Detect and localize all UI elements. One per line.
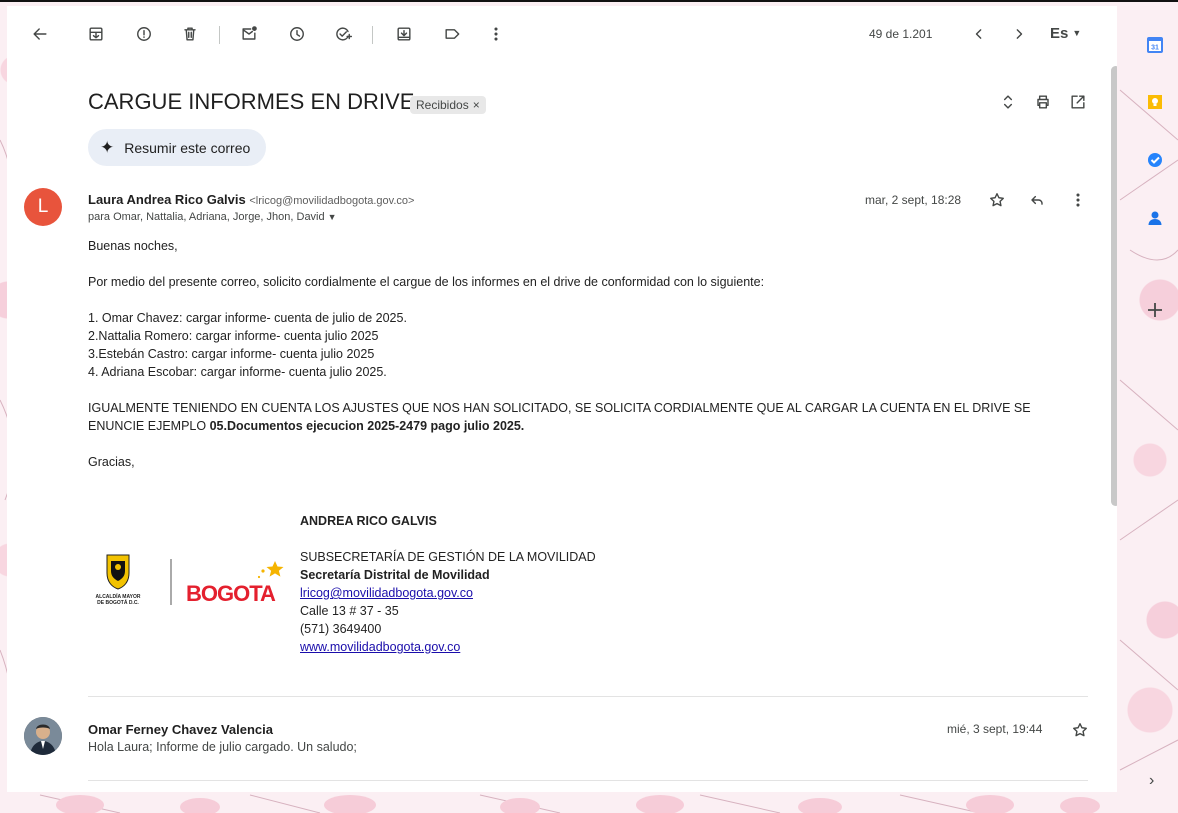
recipients-text: para Omar, Nattalia, Adriana, Jorge, Jho… [88,211,325,223]
signature-website-link[interactable]: www.movilidadbogota.gov.co [300,640,460,654]
sender-line: Laura Andrea Rico Galvis <lricog@movilid… [88,192,414,207]
move-to-icon[interactable] [392,22,416,46]
message-divider [88,780,1088,781]
label-text: Recibidos [416,98,469,112]
toolbar-separator [219,26,220,44]
email-view: 49 de 1.201 Es ▼ CARGUE INFORMES EN DRIVE… [7,6,1117,792]
notice-paragraph: IGUALMENTE TENIENDO EN CUENTA LOS AJUSTE… [88,399,1078,435]
coat-of-arms-logo: ALCALDÍA MAYOR DE BOGOTÁ D.C. [96,554,141,606]
inbox-label-chip: Recibidos × [410,96,486,114]
add-icon[interactable] [1145,300,1165,320]
list-item: 3.Estebán Castro: cargar informe- cuenta… [88,347,375,361]
report-spam-icon[interactable] [132,22,156,46]
input-tools-selector[interactable]: Es ▼ [1050,25,1081,42]
reply-icon[interactable] [1025,188,1049,212]
notice-example: 05.Documentos ejecucion 2025-2479 pago j… [209,419,525,433]
sender-name[interactable]: Laura Andrea Rico Galvis [88,192,246,207]
toolbar-separator [372,26,373,44]
scrollbar-thumb[interactable] [1111,66,1117,506]
greeting: Buenas noches, [88,239,178,253]
message-body: Buenas noches, Por medio del presente co… [88,237,1078,471]
list-item: 4. Adriana Escobar: cargar informe- cuen… [88,365,387,379]
archive-icon[interactable] [84,22,108,46]
closing: Gracias, [88,455,135,469]
star-icon[interactable] [985,188,1009,212]
bogota-logo: BOGOTA [186,561,284,606]
keep-icon[interactable] [1145,92,1165,112]
language-label: Es [1050,25,1069,42]
recipients-dropdown-icon[interactable]: ▼ [328,212,337,222]
message-date: mar, 2 sept, 18:28 [865,193,962,207]
signature-name: ANDREA RICO GALVIS [300,514,437,528]
summarize-email-button[interactable]: ✦ Resumir este correo [88,129,267,166]
sender-email: <lricog@movilidadbogota.gov.co> [249,195,415,207]
more-vert-icon[interactable] [484,22,508,46]
older-chevron-icon[interactable] [1007,22,1031,46]
svg-text:BOGOTA: BOGOTA [186,581,276,606]
expand-all-icon[interactable] [996,90,1020,114]
expand-arrow-icon[interactable]: › [1149,772,1154,790]
contacts-icon[interactable] [1145,208,1165,228]
signature-address: Calle 13 # 37 - 35 [300,604,399,618]
sender-avatar[interactable]: L [24,188,62,226]
mark-unread-icon[interactable] [237,22,261,46]
newer-chevron-icon[interactable] [967,22,991,46]
open-new-window-icon[interactable] [1066,90,1090,114]
reply-sender-avatar[interactable] [24,717,62,755]
add-task-icon[interactable] [331,22,355,46]
signature-logos: ALCALDÍA MAYOR DE BOGOTÁ D.C. BOGOTA [85,553,285,613]
list-item: 2.Nattalia Romero: cargar informe- cuent… [88,329,379,343]
sparkle-icon: ✦ [100,137,115,157]
assignment-list: 1. Omar Chavez: cargar informe- cuenta d… [88,309,1078,381]
signature-email-link[interactable]: lricog@movilidadbogota.gov.co [300,586,473,600]
message-divider [88,696,1088,697]
message-more-icon[interactable] [1066,188,1090,212]
calendar-icon[interactable]: 31 [1145,35,1165,55]
print-icon[interactable] [1031,90,1055,114]
email-subject: CARGUE INFORMES EN DRIVE [88,89,415,114]
signature-entity: Secretaría Distrital de Movilidad [300,568,490,582]
signature-block: ANDREA RICO GALVIS SUBSECRETARÍA DE GEST… [300,512,596,656]
back-arrow-icon[interactable] [28,22,52,46]
intro-paragraph: Por medio del presente correo, solicito … [88,275,765,289]
reply-date: mié, 3 sept, 19:44 [947,722,1043,736]
signature-office: SUBSECRETARÍA DE GESTIÓN DE LA MOVILIDAD [300,550,596,564]
tasks-icon[interactable] [1145,150,1165,170]
caret-down-icon: ▼ [1072,28,1082,38]
summarize-label: Resumir este correo [124,139,251,156]
email-toolbar: 49 de 1.201 Es ▼ [7,6,1117,62]
list-item: 1. Omar Chavez: cargar informe- cuenta d… [88,311,407,325]
recipients-line[interactable]: para Omar, Nattalia, Adriana, Jorge, Jho… [88,211,337,223]
delete-icon[interactable] [178,22,202,46]
snooze-icon[interactable] [285,22,309,46]
message-counter: 49 de 1.201 [869,27,933,41]
remove-label-icon[interactable]: × [473,98,480,112]
signature-phone: (571) 3649400 [300,622,382,636]
reply-star-icon[interactable] [1068,718,1092,742]
reply-sender-name[interactable]: Omar Ferney Chavez Valencia [88,722,273,737]
svg-text:ALCALDÍA MAYOR: ALCALDÍA MAYOR [96,592,141,600]
svg-text:DE BOGOTÁ D.C.: DE BOGOTÁ D.C. [97,599,139,606]
reply-snippet[interactable]: Hola Laura; Informe de julio cargado. Un… [88,740,357,754]
label-icon[interactable] [440,22,464,46]
svg-text:31: 31 [1151,45,1159,52]
top-border [0,0,1178,2]
